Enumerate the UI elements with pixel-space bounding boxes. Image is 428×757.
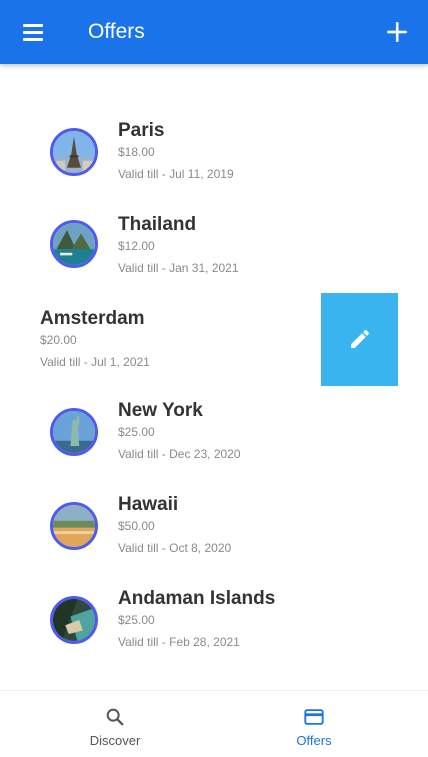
thailand-islands-thumbnail	[50, 220, 98, 268]
offer-valid-date: Valid till - Oct 8, 2020	[118, 541, 232, 555]
edit-button[interactable]	[321, 293, 398, 386]
list-item[interactable]: Hawaii $50.00 Valid till - Oct 8, 2020	[0, 494, 428, 578]
menu-icon[interactable]	[23, 21, 45, 43]
offer-city: Thailand	[118, 214, 197, 235]
hawaii-beach-thumbnail	[50, 502, 98, 550]
offer-city: New York	[118, 400, 203, 421]
offer-price: $50.00	[118, 519, 155, 533]
offer-valid-date: Valid till - Jan 31, 2021	[118, 261, 239, 275]
statue-of-liberty-thumbnail	[50, 408, 98, 456]
offer-city: Andaman Islands	[118, 588, 276, 609]
add-icon[interactable]	[384, 19, 410, 45]
tab-discover[interactable]: Discover	[8, 691, 222, 757]
offer-valid-date: Valid till - Jul 11, 2019	[118, 167, 234, 181]
offer-price: $18.00	[118, 145, 155, 159]
tab-offers[interactable]: Offers	[207, 691, 421, 757]
tab-discover-label: Discover	[89, 733, 141, 748]
offer-price: $12.00	[118, 239, 155, 253]
list-item[interactable]: Andaman Islands $25.00 Valid till - Feb …	[0, 588, 428, 672]
offer-city: Paris	[118, 120, 165, 141]
offer-price: $20.00	[40, 333, 77, 347]
offer-city: Amsterdam	[40, 308, 145, 329]
offer-valid-date: Valid till - Dec 23, 2020	[118, 447, 241, 461]
offer-city: Hawaii	[118, 494, 179, 515]
tab-offers-label: Offers	[296, 733, 332, 748]
card-icon	[304, 709, 324, 725]
offer-valid-date: Valid till - Feb 28, 2021	[118, 635, 240, 649]
list-item[interactable]: Thailand $12.00 Valid till - Jan 31, 202…	[0, 214, 428, 298]
list-item[interactable]: New York $25.00 Valid till - Dec 23, 202…	[0, 400, 428, 484]
offer-valid-date: Valid till - Jul 1, 2021	[40, 355, 150, 369]
top-toolbar: Offers	[0, 0, 428, 64]
bottom-navigation: Discover Offers	[0, 690, 428, 756]
page-title: Offers	[88, 20, 145, 43]
pencil-icon	[351, 329, 370, 348]
search-icon	[106, 708, 124, 726]
offer-price: $25.00	[118, 613, 155, 627]
offer-price: $25.00	[118, 425, 155, 439]
andaman-coast-thumbnail	[50, 596, 98, 644]
list-item[interactable]: Paris $18.00 Valid till - Jul 11, 2019	[0, 120, 428, 204]
eiffel-tower-thumbnail	[50, 128, 98, 176]
